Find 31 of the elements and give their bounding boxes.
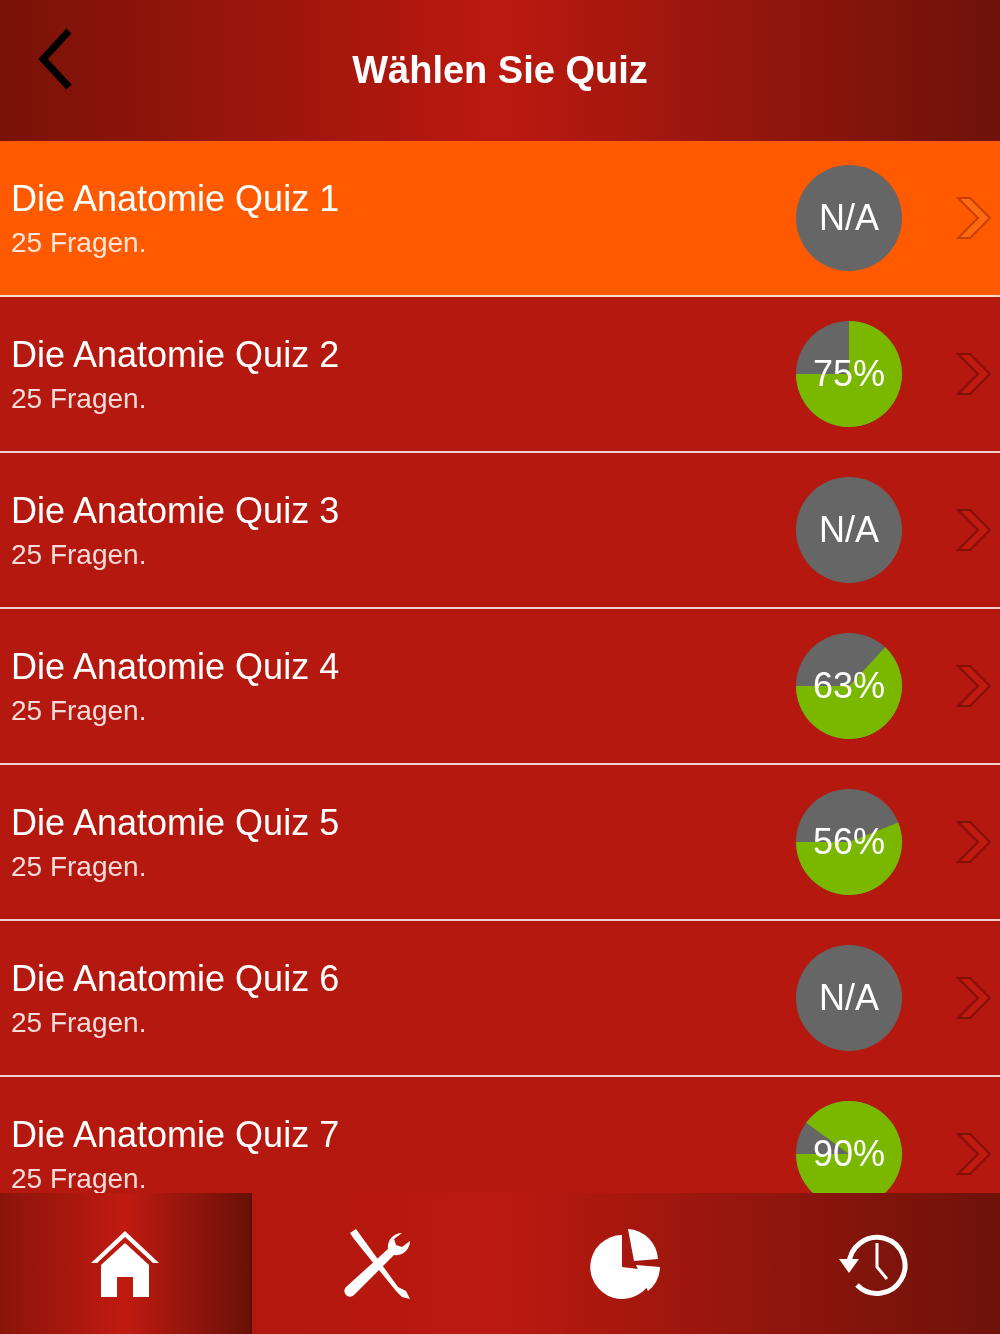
chevron-icon xyxy=(956,664,992,708)
question-count: 25 Fragen. xyxy=(11,382,148,416)
chevron-icon xyxy=(956,1132,992,1176)
quiz-title: Die Anatomie Quiz 4 xyxy=(11,645,340,689)
question-count: 25 Fragen. xyxy=(11,850,148,884)
quiz-title: Die Anatomie Quiz 7 xyxy=(11,1113,340,1157)
question-count: 25 Fragen. xyxy=(11,538,148,572)
quiz-title: Die Anatomie Quiz 1 xyxy=(11,177,340,221)
question-count: 25 Fragen. xyxy=(11,1162,148,1193)
score-label: 56% xyxy=(812,822,886,862)
score-label: N/A xyxy=(819,510,879,550)
score-label: N/A xyxy=(819,978,879,1018)
quiz-title: Die Anatomie Quiz 3 xyxy=(11,489,340,533)
question-count: 25 Fragen. xyxy=(11,1006,148,1040)
tab-button[interactable] xyxy=(0,1193,252,1334)
question-count: 25 Fragen. xyxy=(11,226,148,260)
chevron-icon xyxy=(956,820,992,864)
score-label: 90% xyxy=(812,1134,886,1174)
chevron-icon xyxy=(956,196,992,240)
chevron-icon xyxy=(956,352,992,396)
score-label: 75% xyxy=(812,354,886,394)
score-label: 63% xyxy=(812,666,886,706)
quiz-title: Die Anatomie Quiz 2 xyxy=(11,333,340,377)
score-label: N/A xyxy=(819,198,879,238)
chevron-icon xyxy=(956,508,992,552)
quiz-title: Die Anatomie Quiz 5 xyxy=(11,801,340,845)
screen-title: Wählen Sie Quiz xyxy=(352,48,648,93)
quiz-title: Die Anatomie Quiz 6 xyxy=(11,957,340,1001)
chevron-icon xyxy=(956,976,992,1020)
quiz-row[interactable]: Die Anatomie Quiz 1 25 Fragen. N/A xyxy=(0,141,1000,297)
question-count: 25 Fragen. xyxy=(11,694,148,728)
